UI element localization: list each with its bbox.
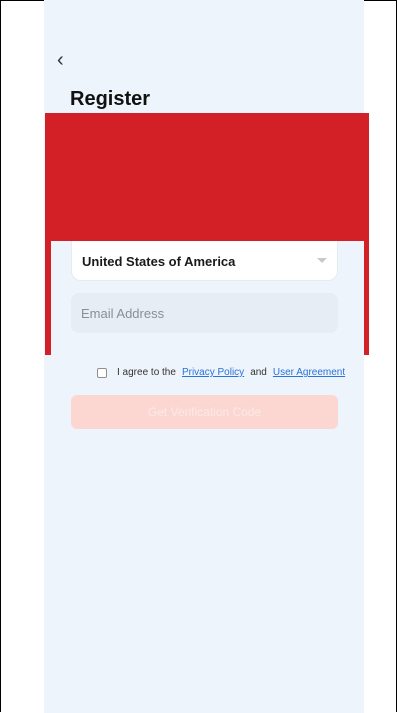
email-input[interactable] bbox=[71, 293, 338, 333]
user-agreement-link[interactable]: User Agreement bbox=[273, 367, 345, 378]
country-select-value: United States of America bbox=[82, 254, 236, 269]
agreement-prefix: I agree to the bbox=[117, 367, 176, 378]
agreement-join: and bbox=[250, 367, 267, 378]
register-screen: ‹ Register United States of America I ag… bbox=[44, 0, 369, 713]
country-select[interactable]: United States of America bbox=[71, 241, 338, 281]
caret-down-icon bbox=[317, 258, 327, 263]
page-title: Register bbox=[70, 88, 151, 110]
highlight-overlay: United States of America I agree to the … bbox=[45, 113, 369, 443]
registration-form: United States of America I agree to the … bbox=[51, 241, 364, 443]
chevron-left-icon[interactable]: ‹ bbox=[57, 48, 77, 72]
agree-checkbox[interactable] bbox=[97, 367, 107, 378]
privacy-policy-link[interactable]: Privacy Policy bbox=[182, 367, 244, 378]
get-verification-code-button[interactable]: Get Verification Code bbox=[71, 395, 338, 429]
agreement-row: I agree to the Privacy Policy and User A… bbox=[97, 367, 345, 378]
